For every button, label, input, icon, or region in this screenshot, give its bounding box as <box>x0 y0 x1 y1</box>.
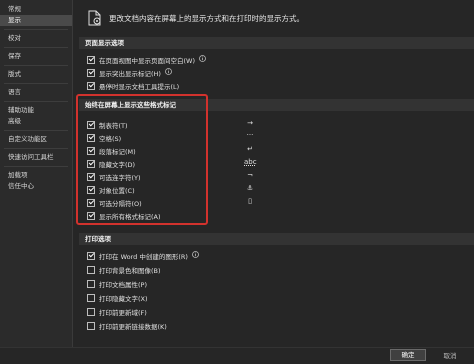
ok-button[interactable]: 确定 <box>390 349 426 361</box>
document-display-icon <box>88 10 101 26</box>
sidebar-divider <box>4 148 68 149</box>
optional-break-mark-icon: ▯ <box>248 197 252 205</box>
option-print-drawings[interactable]: 打印在 Word 中创建的图形(R) <box>87 250 199 261</box>
cancel-button[interactable]: 取消 <box>430 351 470 361</box>
sidebar-divider <box>4 47 68 48</box>
optional-hyphen-mark-icon: ¬ <box>247 171 253 179</box>
section-page-display-title: 页面显示选项 <box>79 37 474 49</box>
sidebar-divider <box>4 130 68 131</box>
sidebar-item-customize-ribbon[interactable]: 自定义功能区 <box>0 134 72 145</box>
options-sidebar: 常规 显示 校对 保存 版式 语言 辅助功能 高级 自定义功能区 快速访问工具栏… <box>0 0 73 364</box>
info-icon <box>199 55 206 64</box>
anchor-icon: ⚓ <box>246 184 254 192</box>
option-label: 在页面视图中显示页面间空白(W) <box>99 56 195 65</box>
checkbox[interactable] <box>87 81 95 90</box>
option-document-tooltips[interactable]: 悬停时显示文档工具提示(L) <box>87 80 179 91</box>
option-label: 打印背景色和图像(B) <box>99 266 161 275</box>
option-label: 打印前更新域(F) <box>99 308 147 317</box>
sidebar-item-display[interactable]: 显示 <box>0 15 72 26</box>
option-label: 显示突出显示标记(H) <box>99 69 161 78</box>
page-description: 更改文档内容在屏幕上的显示方式和在打印时的显示方式。 <box>109 13 304 23</box>
hidden-text-mark-icon: abc <box>244 158 257 166</box>
option-label: 悬停时显示文档工具提示(L) <box>99 82 180 91</box>
sidebar-divider <box>4 83 68 84</box>
checkbox[interactable] <box>87 279 95 288</box>
section-print-title: 打印选项 <box>79 233 474 245</box>
sidebar-divider <box>4 101 68 102</box>
sidebar-divider <box>4 29 68 30</box>
option-print-document-properties[interactable]: 打印文档属性(P) <box>87 278 147 289</box>
sidebar-divider <box>4 65 68 66</box>
dialog-footer: 确定 取消 <box>0 347 474 364</box>
sidebar-item-general[interactable]: 常规 <box>0 4 72 15</box>
checkbox[interactable] <box>87 307 95 316</box>
sidebar-item-language[interactable]: 语言 <box>0 87 72 98</box>
checkbox[interactable] <box>87 55 95 64</box>
option-label: 打印隐藏文字(X) <box>99 294 148 303</box>
checkbox[interactable] <box>87 251 95 260</box>
space-mark-icon: ··· <box>246 131 254 139</box>
option-highlighter-marks[interactable]: 显示突出显示标记(H) <box>87 67 172 78</box>
info-icon <box>192 251 199 260</box>
tab-mark-icon: → <box>247 119 253 127</box>
info-icon <box>165 68 172 77</box>
option-label: 打印前更新链接数据(K) <box>99 322 167 331</box>
sidebar-item-save[interactable]: 保存 <box>0 51 72 62</box>
page-header: 更改文档内容在屏幕上的显示方式和在打印时的显示方式。 <box>88 8 304 28</box>
option-update-linked-data[interactable]: 打印前更新链接数据(K) <box>87 320 167 331</box>
sidebar-item-addins[interactable]: 加载项 <box>0 170 72 181</box>
checkbox[interactable] <box>87 293 95 302</box>
paragraph-mark-icon: ↵ <box>247 145 253 153</box>
sidebar-item-accessibility[interactable]: 辅助功能 <box>0 105 72 116</box>
sidebar-item-advanced[interactable]: 高级 <box>0 116 72 127</box>
checkbox[interactable] <box>87 68 95 77</box>
option-print-hidden-text[interactable]: 打印隐藏文字(X) <box>87 292 148 303</box>
option-update-fields[interactable]: 打印前更新域(F) <box>87 306 147 317</box>
option-label: 打印在 Word 中创建的图形(R) <box>99 252 188 261</box>
option-whitespace-between-pages[interactable]: 在页面视图中显示页面间空白(W) <box>87 54 206 65</box>
sidebar-item-proofing[interactable]: 校对 <box>0 33 72 44</box>
option-print-background[interactable]: 打印背景色和图像(B) <box>87 264 161 275</box>
sidebar-item-trust-center[interactable]: 信任中心 <box>0 181 72 192</box>
highlight-annotation-box <box>76 94 208 225</box>
sidebar-item-quick-access-toolbar[interactable]: 快速访问工具栏 <box>0 152 72 163</box>
sidebar-divider <box>4 166 68 167</box>
checkbox[interactable] <box>87 265 95 274</box>
option-label: 打印文档属性(P) <box>99 280 147 289</box>
sidebar-item-typography[interactable]: 版式 <box>0 69 72 80</box>
checkbox[interactable] <box>87 321 95 330</box>
